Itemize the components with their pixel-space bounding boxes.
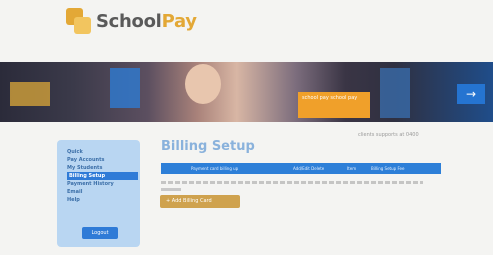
column-header-add-edit[interactable]: Add/Edit Delete: [293, 163, 324, 174]
sidebar-item-pay-accounts[interactable]: Pay Accounts: [67, 156, 140, 164]
billing-table-header: Payment card billing up Add/Edit Delete …: [161, 163, 441, 174]
banner-block-blue-2: [380, 68, 410, 118]
banner-next-button[interactable]: →: [457, 84, 485, 104]
banner-photo-child: [185, 64, 221, 104]
logo-text: SchoolPay: [96, 11, 197, 32]
logo-text-prefix: School: [96, 10, 162, 32]
sidebar-item-payment-history[interactable]: Payment History: [67, 180, 140, 188]
sidebar-item-my-students[interactable]: My Students: [67, 164, 140, 172]
column-header-payment-card[interactable]: Payment card billing up: [191, 163, 238, 174]
banner-block-blue: [110, 68, 140, 108]
column-header-setup-fee[interactable]: Billing Setup Fee: [371, 163, 404, 174]
logo-mark-icon: [66, 8, 92, 34]
page-title: Billing Setup: [161, 139, 255, 154]
schoolpay-logo[interactable]: SchoolPay: [66, 8, 197, 34]
sidebar-item-quick[interactable]: Quick: [67, 148, 140, 156]
hero-banner: school pay school pay →: [0, 62, 493, 122]
column-header-item[interactable]: Item: [347, 163, 356, 174]
sidebar-item-email[interactable]: Email: [67, 188, 140, 196]
logo-text-suffix: Pay: [161, 10, 197, 32]
sidebar-nav: Quick Pay Accounts My Students Billing S…: [57, 140, 140, 247]
header-meta-text: clients supports at 0400: [358, 132, 419, 138]
billing-row-placeholder: [161, 181, 423, 184]
banner-promo[interactable]: school pay school pay: [298, 92, 370, 118]
billing-row-placeholder-2: [161, 188, 181, 191]
banner-block-gold: [10, 82, 50, 106]
sidebar-item-help[interactable]: Help: [67, 196, 140, 204]
logout-button[interactable]: Logout: [82, 227, 118, 239]
sidebar-item-billing-setup[interactable]: Billing Setup: [67, 172, 138, 180]
add-billing-card-button[interactable]: + Add Billing Card: [160, 195, 240, 208]
